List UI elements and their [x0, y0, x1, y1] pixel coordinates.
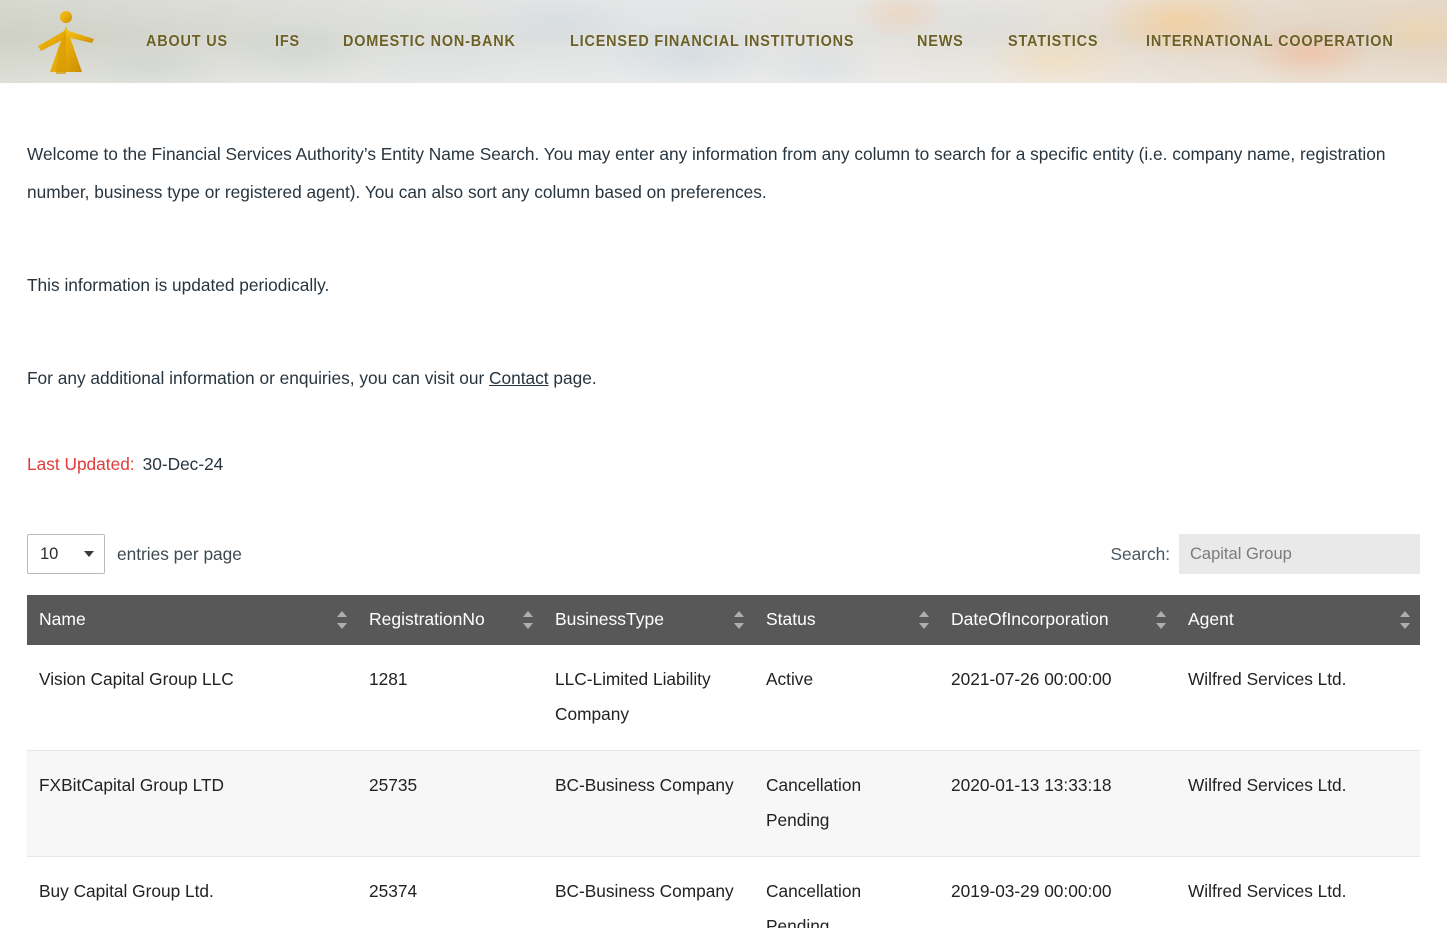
- search-label: Search:: [1110, 544, 1170, 565]
- search-input[interactable]: [1179, 534, 1420, 574]
- sort-arrows-icon[interactable]: [919, 611, 929, 629]
- nav-item-licensed-financial-institutions[interactable]: LICENSED FINANCIAL INSTITUTIONS: [570, 33, 876, 51]
- table-header-row: Name RegistrationNo BusinessType Status: [27, 595, 1420, 645]
- entity-table-wrapper: Name RegistrationNo BusinessType Status: [27, 595, 1420, 928]
- column-header-registrationno-label: RegistrationNo: [369, 609, 485, 629]
- cell-status: Cancellation Pending: [754, 857, 939, 928]
- fsa-logo-icon[interactable]: [36, 6, 100, 78]
- search-control: Search:: [1110, 534, 1420, 574]
- cell-date-of-incorporation: 2019-03-29 00:00:00: [939, 857, 1176, 928]
- sort-arrows-icon[interactable]: [1156, 611, 1166, 629]
- column-header-registrationno[interactable]: RegistrationNo: [357, 595, 543, 645]
- nav-item-domestic-non-bank[interactable]: DOMESTIC NON-BANK: [343, 33, 537, 51]
- intro-paragraph-3-before: For any additional information or enquir…: [27, 368, 489, 388]
- last-updated-value: 30-Dec-24: [143, 454, 224, 474]
- column-header-dateofincorporation-label: DateOfIncorporation: [951, 609, 1109, 629]
- main-navigation[interactable]: ABOUT US IFS DOMESTIC NON-BANK LICENSED …: [146, 0, 1447, 83]
- column-header-businesstype[interactable]: BusinessType: [543, 595, 754, 645]
- nav-item-international-cooperation[interactable]: INTERNATIONAL COOPERATION: [1146, 33, 1415, 51]
- contact-page-link[interactable]: Contact: [489, 368, 549, 388]
- entity-table-head: Name RegistrationNo BusinessType Status: [27, 595, 1420, 645]
- column-header-status-label: Status: [766, 609, 816, 629]
- cell-name: FXBitCapital Group LTD: [27, 751, 357, 857]
- column-header-agent-label: Agent: [1188, 609, 1234, 629]
- sort-arrows-icon[interactable]: [337, 611, 347, 629]
- nav-item-statistics[interactable]: STATISTICS: [1008, 33, 1120, 51]
- cell-business-type: BC-Business Company: [543, 751, 754, 857]
- cell-agent: Wilfred Services Ltd.: [1176, 645, 1420, 751]
- cell-date-of-incorporation: 2020-01-13 13:33:18: [939, 751, 1176, 857]
- column-header-name-label: Name: [39, 609, 86, 629]
- nav-item-about-us[interactable]: ABOUT US: [146, 33, 249, 51]
- table-controls: 10 25 50 100 entries per page Search:: [27, 534, 1420, 576]
- cell-business-type: BC-Business Company: [543, 857, 754, 928]
- column-header-status[interactable]: Status: [754, 595, 939, 645]
- sort-arrows-icon[interactable]: [1400, 611, 1410, 629]
- cell-status: Cancellation Pending: [754, 751, 939, 857]
- column-header-name[interactable]: Name: [27, 595, 357, 645]
- entries-per-page-select[interactable]: 10 25 50 100: [27, 534, 105, 574]
- intro-paragraph-2: This information is updated periodically…: [27, 266, 1419, 304]
- cell-agent: Wilfred Services Ltd.: [1176, 751, 1420, 857]
- cell-name: Buy Capital Group Ltd.: [27, 857, 357, 928]
- cell-date-of-incorporation: 2021-07-26 00:00:00: [939, 645, 1176, 751]
- table-row[interactable]: Vision Capital Group LLC 1281 LLC-Limite…: [27, 645, 1420, 751]
- intro-paragraph-1: Welcome to the Financial Services Author…: [27, 135, 1419, 211]
- sort-arrows-icon[interactable]: [523, 611, 533, 629]
- column-header-agent[interactable]: Agent: [1176, 595, 1420, 645]
- site-header-banner: ABOUT US IFS DOMESTIC NON-BANK LICENSED …: [0, 0, 1447, 83]
- cell-business-type: LLC-Limited Liability Company: [543, 645, 754, 751]
- entries-select-wrapper[interactable]: 10 25 50 100: [27, 534, 105, 574]
- cell-registration-no: 25374: [357, 857, 543, 928]
- cell-agent: Wilfred Services Ltd.: [1176, 857, 1420, 928]
- last-updated-label: Last Updated:: [27, 454, 135, 474]
- entity-table-body: Vision Capital Group LLC 1281 LLC-Limite…: [27, 645, 1420, 928]
- intro-paragraph-3: For any additional information or enquir…: [27, 359, 1419, 397]
- sort-arrows-icon[interactable]: [734, 611, 744, 629]
- entries-per-page-control: 10 25 50 100 entries per page: [27, 534, 242, 574]
- cell-registration-no: 1281: [357, 645, 543, 751]
- table-row[interactable]: Buy Capital Group Ltd. 25374 BC-Business…: [27, 857, 1420, 928]
- entries-per-page-label: entries per page: [117, 544, 242, 565]
- nav-item-news[interactable]: NEWS: [917, 33, 985, 51]
- page-content: Welcome to the Financial Services Author…: [0, 135, 1447, 928]
- last-updated: Last Updated: 30-Dec-24: [27, 452, 1420, 476]
- table-row[interactable]: FXBitCapital Group LTD 25735 BC-Business…: [27, 751, 1420, 857]
- intro-paragraph-3-after: page.: [549, 368, 597, 388]
- nav-item-ifs[interactable]: IFS: [275, 33, 321, 51]
- cell-registration-no: 25735: [357, 751, 543, 857]
- column-header-businesstype-label: BusinessType: [555, 609, 664, 629]
- cell-status: Active: [754, 645, 939, 751]
- entity-table: Name RegistrationNo BusinessType Status: [27, 595, 1420, 928]
- cell-name: Vision Capital Group LLC: [27, 645, 357, 751]
- column-header-dateofincorporation[interactable]: DateOfIncorporation: [939, 595, 1176, 645]
